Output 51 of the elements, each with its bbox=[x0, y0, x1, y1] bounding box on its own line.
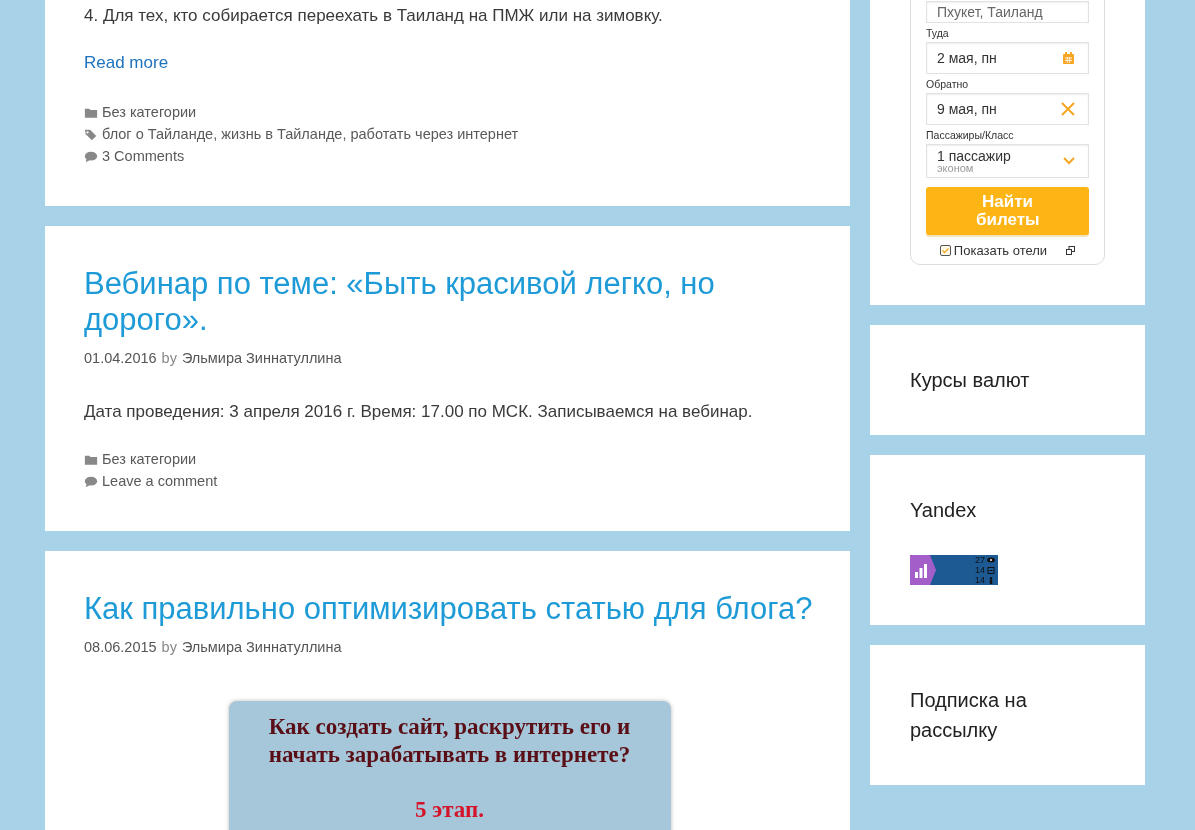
category-link[interactable]: Без категории bbox=[102, 450, 197, 469]
widget-title: Курсы валют bbox=[910, 368, 1031, 393]
origin-field[interactable]: Пхукет, Таиланд bbox=[926, 1, 1089, 23]
by-text: by bbox=[161, 350, 177, 366]
banner-text: Как создать сайт, раскрутить его и bbox=[267, 713, 632, 741]
tag-link[interactable]: работать через интернет bbox=[350, 125, 519, 144]
comments-link[interactable]: Leave a comment bbox=[102, 472, 218, 491]
comment-icon bbox=[84, 149, 98, 164]
comma-separator: , bbox=[213, 125, 218, 144]
person-icon bbox=[987, 576, 995, 584]
post-date[interactable]: 08.06.2015 bbox=[84, 639, 157, 655]
banner-stage-text: 5 этап. bbox=[414, 797, 485, 823]
date-value: 2 мая, пн bbox=[937, 50, 997, 66]
external-window-icon bbox=[1066, 246, 1076, 255]
page-icon bbox=[987, 566, 995, 574]
passenger-count: 1 пассажир bbox=[937, 148, 1011, 163]
by-text: by bbox=[161, 639, 177, 655]
author-link[interactable]: Эльмира Зиннатуллина bbox=[181, 639, 342, 655]
tag-link[interactable]: жизнь в Тайланде bbox=[221, 125, 343, 144]
bar-chart-icon bbox=[910, 555, 936, 585]
calendar-icon bbox=[1062, 51, 1075, 65]
category-link[interactable]: Без категории bbox=[102, 103, 197, 122]
tag-icon bbox=[84, 127, 98, 142]
counter-number: 14 bbox=[975, 565, 985, 575]
close-icon bbox=[1061, 102, 1075, 116]
tag-link[interactable]: блог о Тайланде bbox=[102, 125, 214, 144]
post-excerpt: 4. Для тех, кто собирается переехать в Таиланд на ПМЖ или на зимовку. bbox=[84, 5, 664, 27]
date-value: 9 мая, пн bbox=[937, 101, 997, 117]
field-label: Туда bbox=[926, 27, 950, 39]
date-field[interactable]: 9 мая, пн bbox=[926, 93, 1089, 125]
travel-class: эконом bbox=[937, 162, 974, 174]
eye-icon bbox=[987, 556, 995, 564]
post-excerpt: Дата проведения: 3 апреля 2016 г. Время: 17.00 по МСК. Записываемся на вебинар. bbox=[84, 401, 754, 423]
checkbox-label: Показать отели bbox=[953, 243, 1048, 258]
read-more-link[interactable]: Read more bbox=[84, 53, 169, 73]
widget-title: Подписка на рассылку bbox=[910, 688, 1028, 743]
widget-title: Yandex bbox=[910, 498, 978, 523]
field-label: Пассажиры/Класс bbox=[926, 129, 1015, 141]
passengers-dropdown[interactable]: 1 пассажир эконом bbox=[926, 144, 1089, 178]
date-field[interactable]: 2 мая, пн bbox=[926, 42, 1089, 74]
post-date[interactable]: 01.04.2016 bbox=[84, 350, 157, 366]
counter-number: 14 bbox=[975, 575, 985, 585]
checkbox[interactable] bbox=[939, 245, 951, 256]
counter-number: 27 bbox=[975, 555, 985, 565]
banner-text: начать зарабатывать в интернете? bbox=[267, 741, 632, 769]
chevron-down-icon bbox=[1063, 157, 1075, 165]
comments-link[interactable]: 3 Comments bbox=[102, 147, 185, 166]
comma-separator: , bbox=[342, 125, 347, 144]
comment-icon bbox=[84, 474, 98, 489]
author-link[interactable]: Эльмира Зиннатуллина bbox=[181, 350, 342, 366]
field-label: Обратно bbox=[926, 78, 970, 90]
